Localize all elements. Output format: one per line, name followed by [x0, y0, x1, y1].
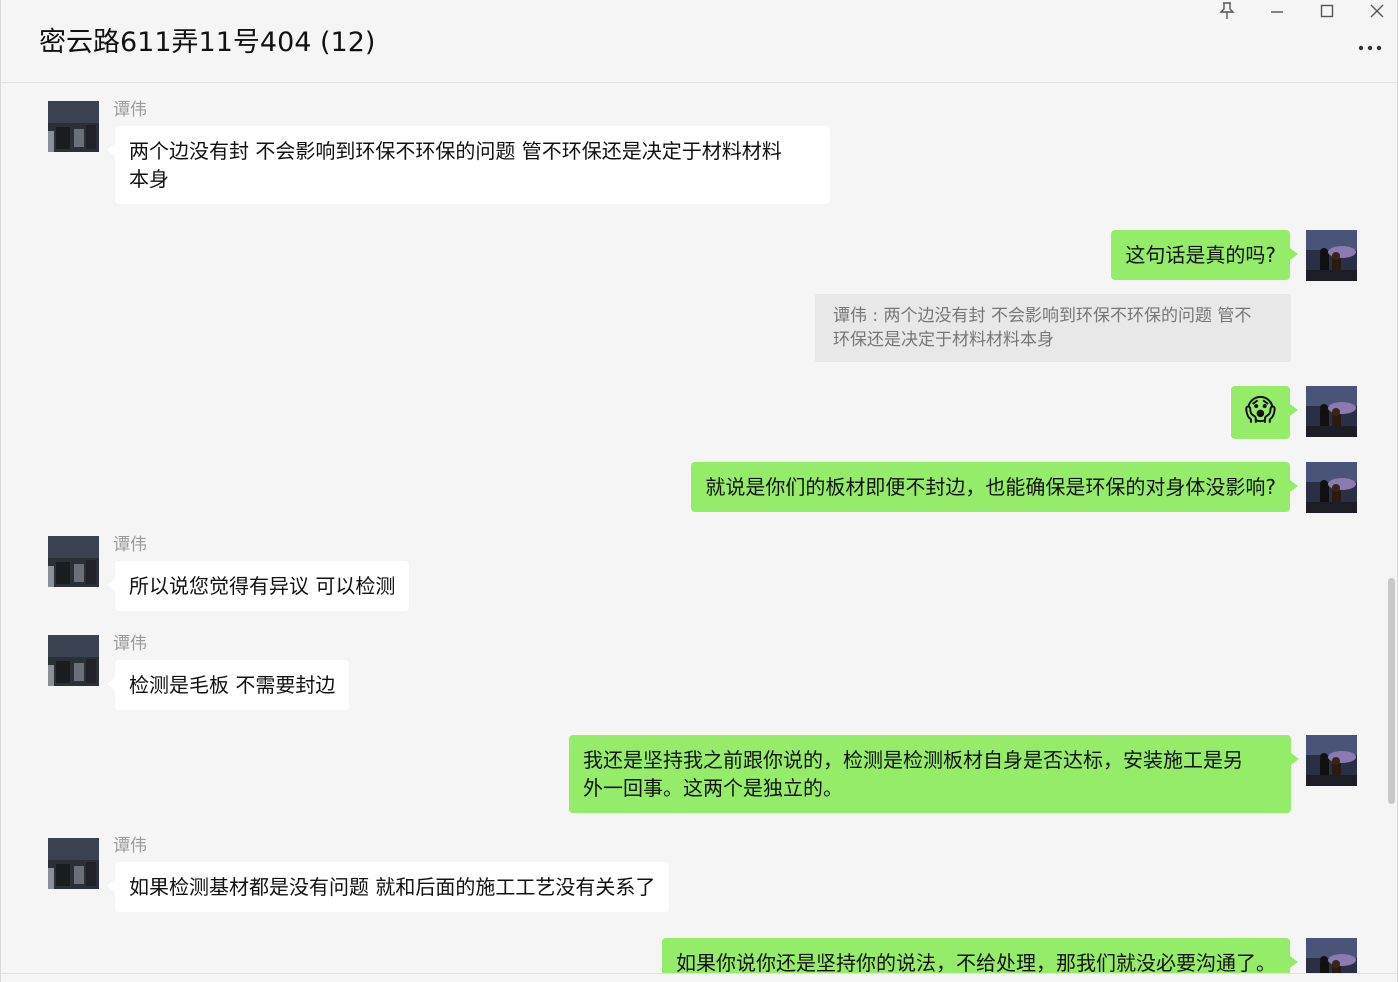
sender-name: 谭伟	[113, 836, 147, 856]
chat-title: 密云路611弄11号404 (12)	[39, 27, 376, 58]
scream-emoji: 😱	[1244, 393, 1276, 428]
message-text-line: 外一回事。这两个是独立的。	[583, 776, 843, 800]
scrollbar-thumb[interactable]	[1388, 578, 1395, 804]
outgoing-emoji-message[interactable]: 😱	[1230, 386, 1299, 439]
message-text: 检测是毛板 不需要封边	[129, 673, 336, 697]
input-area-edge	[1, 973, 1397, 982]
sender-name: 谭伟	[113, 634, 147, 654]
contact-avatar[interactable]	[48, 635, 99, 686]
chat-window: 密云路611弄11号404 (12) 谭伟 两个边没有封 不会影响到环保不环保的…	[0, 0, 1398, 982]
message-text: 如果你说你还是坚持你的说法，不给处理，那我们就没必要沟通了。	[676, 951, 1276, 975]
incoming-message[interactable]: 检测是毛板 不需要封边	[106, 660, 350, 710]
message-text: 这句话是真的吗?	[1125, 243, 1276, 267]
incoming-message[interactable]: 两个边没有封 不会影响到环保不环保的问题 管不环保还是决定于材料材料 本身	[107, 126, 830, 204]
chat-header: 密云路611弄11号404 (12)	[1, 0, 1397, 83]
maximize-icon[interactable]	[1307, 0, 1347, 22]
contact-avatar[interactable]	[48, 536, 99, 587]
more-icon[interactable]	[1355, 38, 1385, 58]
minimize-icon[interactable]	[1257, 0, 1297, 22]
self-avatar[interactable]	[1306, 386, 1357, 437]
message-text: 如果检测基材都是没有问题 就和后面的施工工艺没有关系了	[129, 875, 656, 899]
pin-icon[interactable]	[1207, 0, 1247, 22]
contact-avatar[interactable]	[48, 838, 99, 889]
message-text: 所以说您觉得有异议 可以检测	[129, 574, 396, 598]
close-icon[interactable]	[1357, 0, 1397, 22]
contact-avatar[interactable]	[48, 101, 99, 152]
message-text-line: 本身	[129, 167, 169, 191]
message-text: 就说是你们的板材即便不封边，也能确保是环保的对身体没影响?	[705, 475, 1276, 499]
outgoing-message[interactable]: 就说是你们的板材即便不封边，也能确保是环保的对身体没影响?	[691, 462, 1298, 512]
sender-name: 谭伟	[113, 100, 147, 120]
outgoing-message[interactable]: 我还是坚持我之前跟你说的，检测是检测板材自身是否达标，安装施工是另 外一回事。这…	[569, 735, 1299, 813]
quote-text-line: 谭伟 : 两个边没有封 不会影响到环保不环保的问题 管不	[833, 306, 1252, 326]
self-avatar[interactable]	[1306, 462, 1357, 513]
outgoing-message[interactable]: 这句话是真的吗?	[1111, 230, 1298, 280]
self-avatar[interactable]	[1306, 230, 1357, 281]
message-text-line: 我还是坚持我之前跟你说的，检测是检测板材自身是否达标，安装施工是另	[583, 748, 1243, 772]
incoming-message[interactable]: 所以说您觉得有异议 可以检测	[106, 561, 410, 611]
sender-name: 谭伟	[113, 535, 147, 555]
incoming-message[interactable]: 如果检测基材都是没有问题 就和后面的施工工艺没有关系了	[106, 862, 670, 912]
quote-text-line: 环保还是决定于材料材料本身	[833, 330, 1054, 350]
message-text-line: 两个边没有封 不会影响到环保不环保的问题 管不环保还是决定于材料材料	[129, 139, 782, 163]
self-avatar[interactable]	[1306, 735, 1357, 786]
quoted-message[interactable]: 谭伟 : 两个边没有封 不会影响到环保不环保的问题 管不 环保还是决定于材料材料…	[815, 294, 1291, 362]
